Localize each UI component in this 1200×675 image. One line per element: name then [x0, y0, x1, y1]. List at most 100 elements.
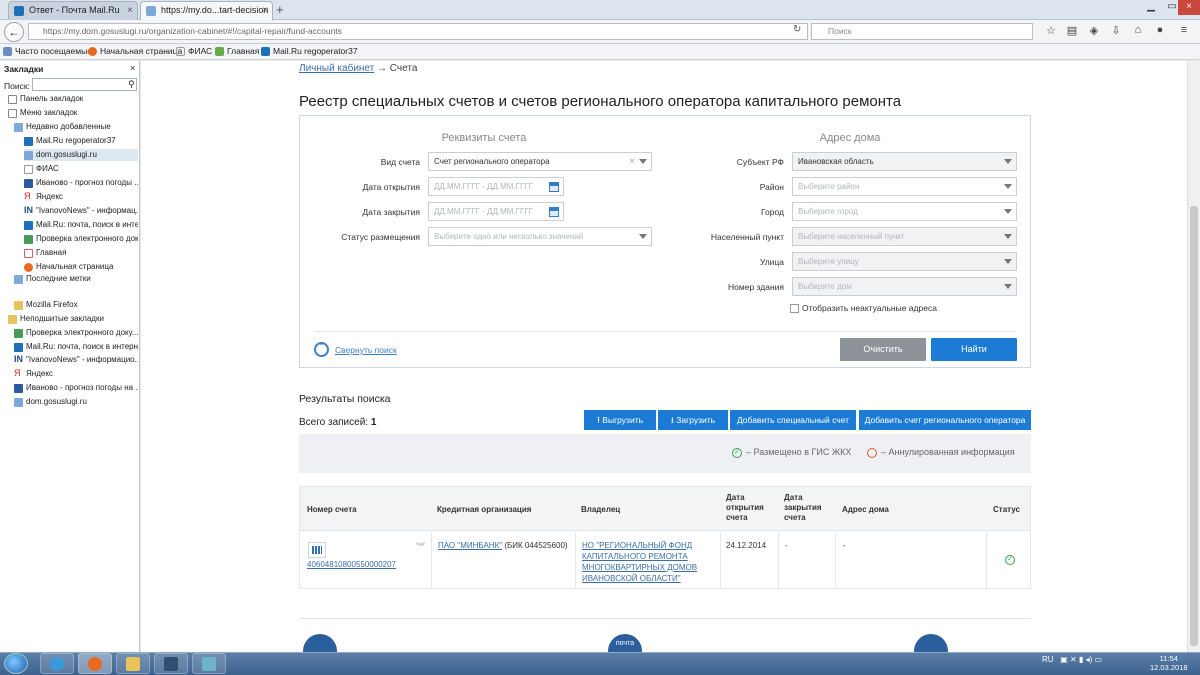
sidebar-search-input[interactable] [32, 78, 137, 91]
sidebar-item[interactable]: ФИАС [24, 163, 138, 175]
clear-icon[interactable]: × [629, 153, 635, 170]
bookmark-star-icon[interactable]: ☆ [1043, 24, 1059, 37]
emblem-logo-icon[interactable] [914, 634, 948, 654]
sidebar-item[interactable]: Панель закладок [8, 93, 138, 105]
bookmark-mailru[interactable]: Mail.Ru regoperator37 [261, 44, 358, 59]
clock[interactable]: 11:54 12.03.2018 [1150, 654, 1188, 672]
show-inactive-checkbox[interactable] [790, 304, 799, 313]
start-button[interactable] [4, 653, 28, 674]
account-type-select[interactable]: Счет регионального оператора × [428, 152, 652, 171]
house-select[interactable]: Выберите дом [792, 277, 1017, 296]
sidebar-item[interactable]: Недавно добавленные [14, 121, 138, 133]
library-icon[interactable]: ▤ [1064, 24, 1080, 37]
sidebar-item[interactable]: Я Яндекс [24, 191, 138, 203]
taskbar-explorer[interactable] [116, 653, 150, 674]
sidebar-item[interactable]: Меню закладок [8, 107, 138, 119]
sidebar-item[interactable]: Mozilla Firefox [14, 299, 138, 311]
search-input[interactable]: Поиск [811, 23, 1033, 40]
status-select[interactable]: Выберите одно или несколько значений [428, 227, 652, 246]
region-select[interactable]: Ивановская область [792, 152, 1017, 171]
sidebar-item[interactable]: Иваново - прогноз погоды ... [24, 177, 138, 189]
locality-select[interactable]: Выберите населенный пункт [792, 227, 1017, 246]
taskbar-ie[interactable] [40, 653, 74, 674]
bookmark-frequent[interactable]: Часто посещаемые [3, 44, 92, 59]
minimize-icon[interactable]: ▁ [1140, 0, 1162, 15]
calendar-icon[interactable] [549, 207, 559, 217]
sidebar-item[interactable]: Mail.Ru: почта, поиск в инте... [24, 219, 138, 231]
sidebar-item[interactable]: Проверка электронного док... [24, 233, 138, 245]
bank-link[interactable]: ПАО "МИНБАНК" [438, 541, 502, 550]
sidebar-item[interactable]: Mail.Ru: почта, поиск в интерн... [14, 341, 138, 353]
find-button[interactable]: Найти [931, 338, 1017, 361]
sidebar-item[interactable]: IN "IvanovoNews" - информацио... [14, 354, 138, 366]
sidebar-item[interactable]: Иваново - прогноз погоды на ... [14, 382, 138, 394]
home-icon[interactable]: ⌂ [1130, 24, 1146, 36]
menu-icon[interactable]: ≡ [1176, 24, 1192, 36]
url-input[interactable]: https://my.dom.gosuslugi.ru/organization… [28, 23, 808, 40]
language-indicator[interactable]: RU [1042, 655, 1054, 664]
divider [431, 532, 432, 589]
chevron-up-icon[interactable]: ˆ [314, 342, 329, 357]
close-tab-icon[interactable]: × [262, 2, 268, 19]
sidebar-item[interactable]: Проверка электронного доку... [14, 327, 138, 339]
sidebar-item[interactable]: Главная [24, 247, 138, 259]
chevron-down-icon[interactable]: ︾ [416, 540, 425, 553]
ministry-logo-icon[interactable] [303, 634, 337, 654]
sidebar-item[interactable]: Mail.Ru regoperator37 [24, 135, 138, 147]
new-tab-button[interactable]: + [276, 2, 284, 17]
sidebar-item[interactable]: dom.gosuslugi.ru [14, 396, 138, 408]
sidebar-item[interactable]: Начальная страница [24, 261, 138, 273]
sidebar-item[interactable]: Последние метки [14, 273, 138, 285]
account-number-link[interactable]: 40604810800550000207 [307, 560, 396, 569]
city-select[interactable]: Выберите город [792, 202, 1017, 221]
sidebar-item[interactable]: IN "IvanovoNews" - информац... [24, 205, 138, 217]
close-tab-icon[interactable]: × [127, 2, 133, 19]
sidebar-title: Закладки [4, 64, 44, 74]
chevron-down-icon [1004, 284, 1012, 289]
district-select[interactable]: Выберите район [792, 177, 1017, 196]
region-label: Субъект РФ [736, 157, 784, 167]
bookmark-fias[interactable]: ФИАС [176, 44, 212, 59]
sidebar-item[interactable]: dom.gosuslugi.ru [24, 149, 138, 161]
taskbar-firefox[interactable] [78, 653, 112, 674]
post-logo-icon[interactable]: почта [608, 634, 642, 654]
clear-button[interactable]: Очистить [840, 338, 926, 361]
export-button[interactable]: ⭱ Выгрузить [584, 410, 656, 430]
bookmark-start-page[interactable]: Начальная страница [88, 44, 182, 59]
tab-gosuslugi[interactable]: https://my.do...tart-decision × [140, 1, 273, 20]
folder-icon [14, 123, 23, 132]
download-icon[interactable]: ⇩ [1108, 24, 1124, 37]
calendar-icon[interactable] [549, 182, 559, 192]
weather-icon [14, 384, 23, 393]
street-select[interactable]: Выберите улицу [792, 252, 1017, 271]
mail-favicon-icon [14, 6, 24, 16]
reload-icon[interactable]: ↻ [793, 24, 801, 35]
import-button[interactable]: ⭳ Загрузить [658, 410, 728, 430]
sidebar-close-icon[interactable]: × [130, 63, 135, 73]
breadcrumb-link[interactable]: Личный кабинет [299, 63, 374, 74]
close-date-field[interactable]: ДД.ММ.ГГГГ - ДД.ММ.ГГГГ [428, 202, 564, 221]
account-section-title: Реквизиты счета [441, 132, 527, 144]
owner-link[interactable]: НО "РЕГИОНАЛЬНЫЙ ФОНД КАПИТАЛЬНОГО РЕМОН… [582, 541, 697, 583]
folder-icon [126, 657, 140, 671]
chat-icon[interactable]: ● [1152, 24, 1168, 36]
sidebar-item[interactable]: Я Яндекс [14, 368, 138, 380]
bookmark-main[interactable]: Главная [215, 44, 259, 59]
tray-icons[interactable]: ▣ ✕ ▮ ◂) ▭ [1060, 655, 1102, 664]
scrollbar[interactable] [1187, 61, 1200, 652]
tab-mail[interactable]: Ответ - Почта Mail.Ru × [8, 1, 138, 20]
shield-icon[interactable]: ◈ [1086, 24, 1102, 37]
add-special-account-button[interactable]: Добавить специальный счет [730, 410, 856, 430]
open-date-field[interactable]: ДД.ММ.ГГГГ - ДД.ММ.ГГГГ [428, 177, 564, 196]
add-regional-account-button[interactable]: Добавить счет регионального оператора [859, 410, 1031, 430]
sidebar-item[interactable]: Неподшитые закладки [8, 313, 138, 325]
taskbar-app2[interactable] [192, 653, 226, 674]
close-window-icon[interactable]: × [1178, 0, 1200, 15]
taskbar-app[interactable] [154, 653, 188, 674]
scrollbar-thumb[interactable] [1190, 206, 1198, 646]
district-label: Район [759, 182, 784, 192]
close-date-label: Дата закрытия [362, 207, 420, 217]
back-button[interactable]: ← [4, 22, 24, 42]
collapse-search-link[interactable]: Свернуть поиск [335, 345, 397, 355]
chevron-down-icon [639, 234, 647, 239]
